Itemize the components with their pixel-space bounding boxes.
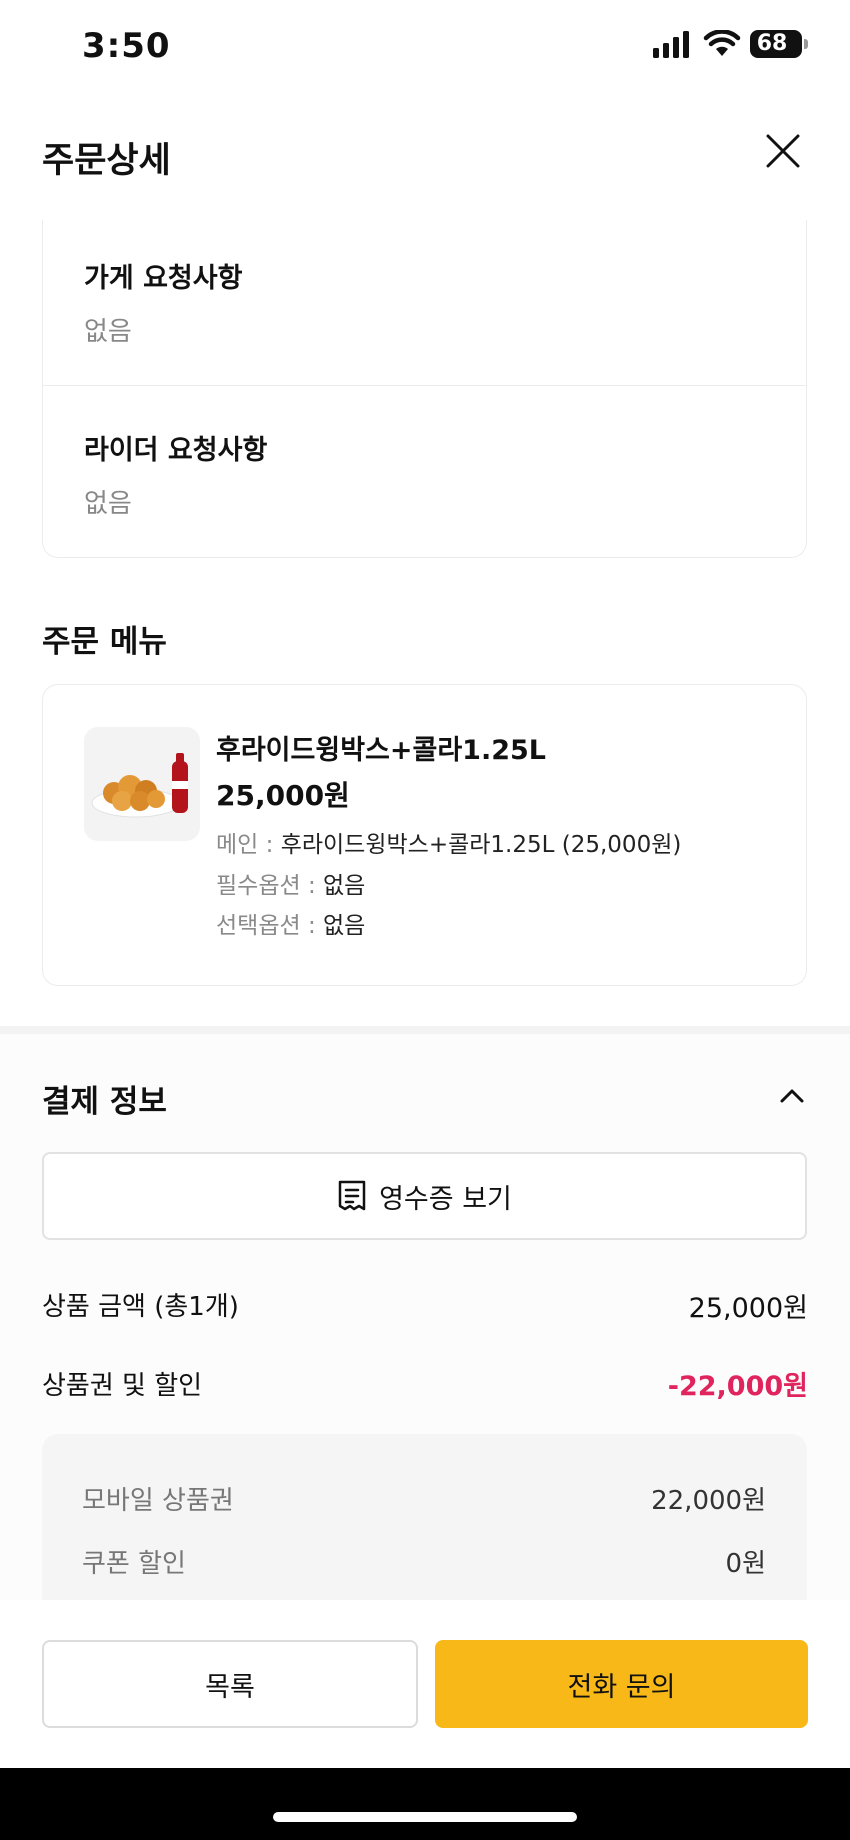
home-indicator-area: [0, 1768, 850, 1840]
mobile-voucher-value: 22,000원: [651, 1486, 766, 1516]
product-amount-value: 25,000원: [688, 1293, 808, 1324]
menu-item-name: 후라이드윙박스+콜라1.25L: [216, 735, 547, 766]
view-receipt-label: 영수증 보기: [379, 1183, 512, 1215]
coupon-discount-label: 쿠폰 할인: [82, 1549, 186, 1579]
call-inquiry-button[interactable]: 전화 문의: [435, 1640, 808, 1728]
option-value: 없음: [323, 873, 366, 899]
voucher-discount-value: -22,000원: [667, 1371, 808, 1402]
divider: [42, 385, 807, 386]
coupon-discount-value: 0원: [725, 1549, 766, 1579]
order-menu-title: 주문 메뉴: [42, 624, 167, 660]
home-indicator[interactable]: [273, 1812, 577, 1822]
section-separator: [0, 1026, 850, 1034]
signal-icon: [653, 31, 689, 58]
option-value: 후라이드윙박스+콜라1.25L (25,000원): [280, 832, 682, 858]
product-amount-label: 상품 금액 (총1개): [42, 1292, 239, 1322]
battery-level: 68: [756, 31, 788, 56]
chevron-up-icon[interactable]: [776, 1080, 808, 1112]
payment-title: 결제 정보: [42, 1084, 167, 1120]
mobile-voucher-label: 모바일 상품권: [82, 1486, 234, 1516]
store-request-value: 없음: [84, 317, 132, 347]
rider-request-title: 라이더 요청사항: [84, 435, 268, 466]
menu-item-price: 25,000원: [216, 779, 350, 812]
view-receipt-button[interactable]: 영수증 보기: [42, 1152, 807, 1240]
store-request-title: 가게 요청사항: [84, 263, 243, 294]
voucher-discount-label: 상품권 및 할인: [42, 1371, 203, 1401]
page-title: 주문상세: [42, 141, 171, 181]
option-label: 필수옵션 :: [216, 873, 324, 899]
option-main: 메인 : 후라이드윙박스+콜라1.25L (25,000원): [216, 825, 681, 859]
status-time: 3:50: [82, 26, 171, 66]
rider-request-value: 없음: [84, 489, 132, 519]
chicken-cola-image: [91, 753, 188, 818]
battery-tip: [804, 39, 808, 49]
option-label: 메인 :: [216, 832, 281, 858]
option-label: 선택옵션 :: [216, 913, 324, 939]
option-value: 없음: [323, 913, 366, 939]
wifi-icon: [703, 30, 741, 56]
receipt-icon: [338, 1180, 366, 1211]
battery-icon: 68: [750, 30, 802, 58]
close-icon[interactable]: [762, 130, 804, 172]
option-required: 필수옵션 : 없음: [216, 866, 365, 900]
list-button[interactable]: 목록: [42, 1640, 418, 1728]
option-selected: 선택옵션 : 없음: [216, 906, 365, 940]
menu-thumbnail: [84, 727, 200, 841]
